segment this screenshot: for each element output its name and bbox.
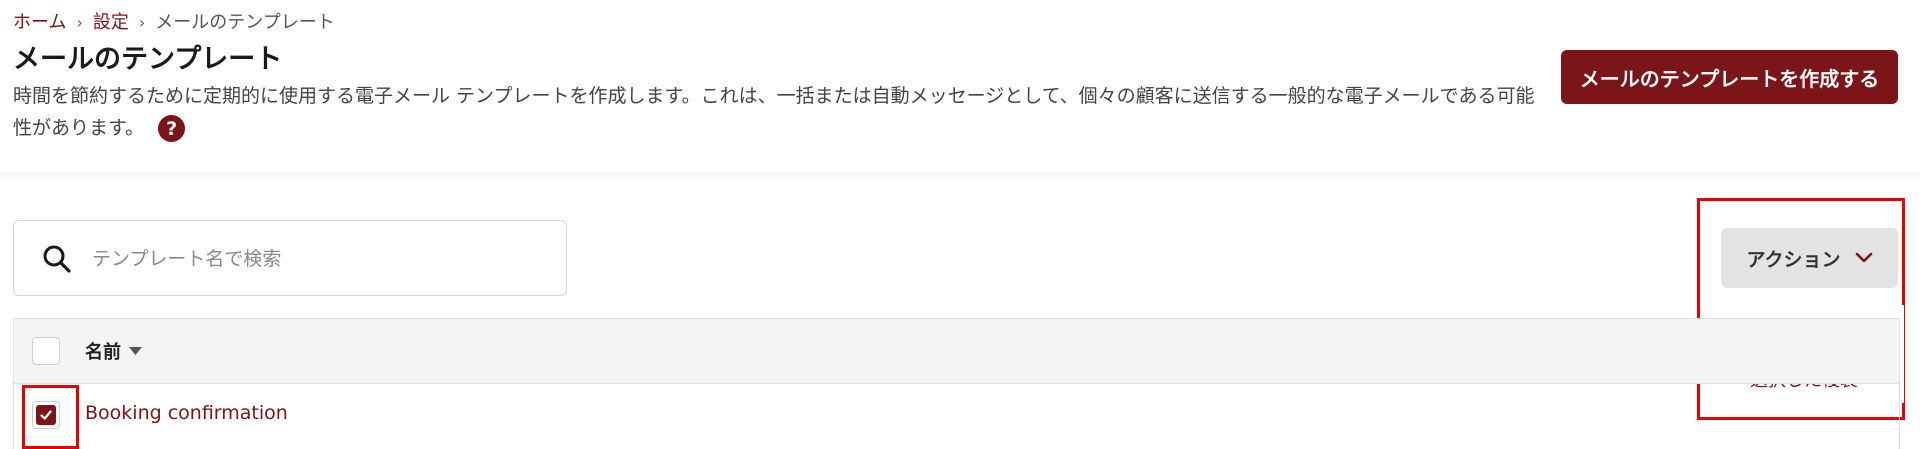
search-input[interactable]: [92, 239, 532, 279]
select-all-checkbox[interactable]: [32, 337, 60, 365]
create-template-button[interactable]: メールのテンプレートを作成する: [1561, 50, 1898, 104]
checkmark-icon: [40, 410, 52, 420]
breadcrumb-current: メールのテンプレート: [155, 12, 335, 33]
breadcrumb: ホーム › 設定 › メールのテンプレート: [13, 10, 335, 36]
table-row: Booking confirmation: [14, 385, 1899, 449]
page-description: 時間を節約するために定期的に使用する電子メール テンプレートを作成します。これは…: [13, 80, 1553, 144]
breadcrumb-separator: ›: [138, 13, 146, 32]
template-name-link[interactable]: Booking confirmation: [85, 402, 288, 424]
actions-label: アクション: [1746, 248, 1841, 271]
checkbox-checked-fill: [36, 405, 56, 425]
page-title: メールのテンプレート: [13, 44, 283, 75]
sort-down-icon: [129, 347, 142, 355]
templates-table: 名前 Booking confirmation: [13, 318, 1900, 449]
page-header: ホーム › 設定 › メールのテンプレート メールのテンプレート 時間を節約する…: [0, 0, 1920, 178]
actions-dropdown-button[interactable]: アクション: [1721, 228, 1898, 288]
table-header: 名前: [14, 319, 1899, 384]
search-box[interactable]: [13, 220, 567, 296]
column-header-name[interactable]: 名前: [85, 338, 142, 364]
breadcrumb-settings[interactable]: 設定: [93, 10, 129, 36]
page-description-text: 時間を節約するために定期的に使用する電子メール テンプレートを作成します。これは…: [13, 85, 1535, 139]
breadcrumb-separator: ›: [76, 13, 83, 32]
breadcrumb-home[interactable]: ホーム: [13, 10, 66, 36]
header-divider: [0, 172, 1920, 182]
column-header-name-label: 名前: [85, 342, 121, 363]
help-icon[interactable]: ?: [158, 115, 186, 142]
chevron-down-icon: [1855, 252, 1872, 263]
search-icon: [43, 245, 71, 273]
row-checkbox[interactable]: [32, 401, 60, 429]
